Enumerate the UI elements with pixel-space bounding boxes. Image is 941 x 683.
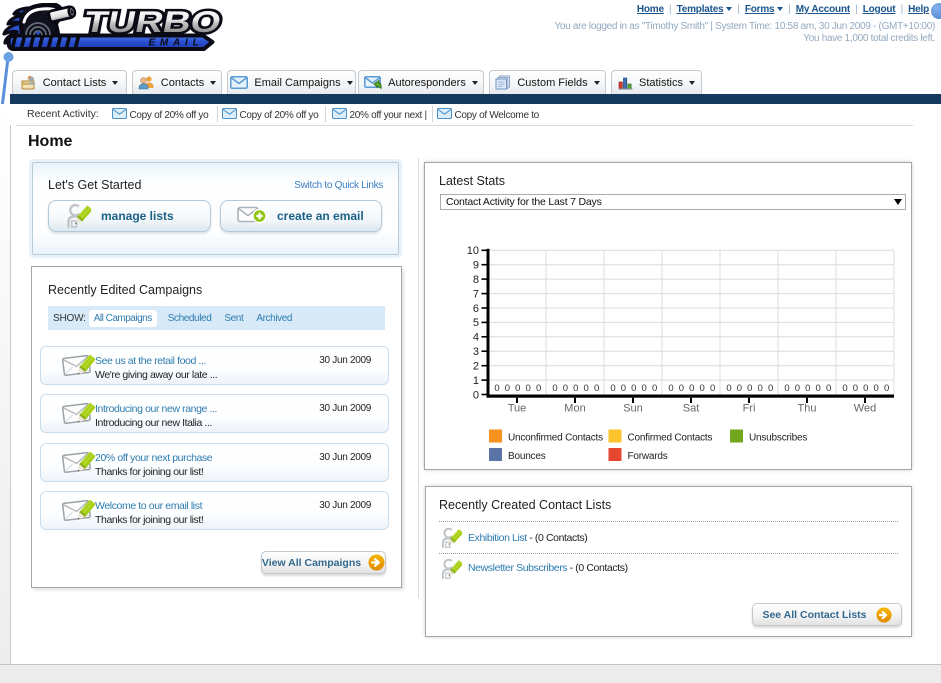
svg-text:0: 0 — [668, 383, 673, 394]
svg-text:0: 0 — [526, 383, 531, 394]
svg-text:0: 0 — [805, 383, 810, 394]
svg-text:0: 0 — [594, 383, 599, 394]
svg-text:0: 0 — [758, 383, 763, 394]
svg-text:0: 0 — [726, 383, 731, 394]
svg-text:0: 0 — [826, 383, 831, 394]
svg-text:0: 0 — [784, 383, 789, 394]
svg-text:9: 9 — [473, 260, 479, 272]
svg-text:Fri: Fri — [743, 403, 756, 415]
svg-text:Confirmed Contacts: Confirmed Contacts — [628, 433, 713, 444]
svg-text:0: 0 — [536, 383, 541, 394]
svg-text:3: 3 — [473, 346, 479, 358]
svg-text:Bounces: Bounces — [508, 451, 546, 462]
svg-text:Unsubscribes: Unsubscribes — [749, 433, 807, 444]
svg-text:Sat: Sat — [683, 403, 700, 415]
svg-text:2: 2 — [473, 361, 479, 373]
svg-text:0: 0 — [563, 383, 568, 394]
svg-text:0: 0 — [710, 383, 715, 394]
svg-text:0: 0 — [552, 383, 557, 394]
svg-text:0: 0 — [610, 383, 615, 394]
svg-text:Tue: Tue — [508, 403, 527, 415]
svg-text:7: 7 — [473, 288, 479, 300]
svg-text:5: 5 — [473, 317, 479, 329]
svg-text:0: 0 — [473, 389, 479, 401]
svg-text:0: 0 — [884, 383, 889, 394]
svg-text:0: 0 — [747, 383, 752, 394]
svg-text:TURBO: TURBO — [81, 6, 223, 39]
svg-text:Wed: Wed — [854, 403, 876, 415]
svg-text:0: 0 — [584, 383, 589, 394]
svg-text:4: 4 — [473, 332, 479, 344]
svg-text:0: 0 — [768, 383, 773, 394]
svg-text:0: 0 — [573, 383, 578, 394]
svg-text:0: 0 — [816, 383, 821, 394]
svg-text:0: 0 — [515, 383, 520, 394]
svg-text:0: 0 — [737, 383, 742, 394]
svg-text:0: 0 — [689, 383, 694, 394]
svg-text:0: 0 — [642, 383, 647, 394]
svg-text:0: 0 — [631, 383, 636, 394]
svg-text:0: 0 — [853, 383, 858, 394]
svg-text:Forwards: Forwards — [628, 451, 668, 462]
svg-text:0: 0 — [700, 383, 705, 394]
svg-text:0: 0 — [795, 383, 800, 394]
svg-text:10: 10 — [467, 245, 479, 257]
svg-text:Unconfirmed Contacts: Unconfirmed Contacts — [508, 433, 603, 444]
svg-text:8: 8 — [473, 274, 479, 286]
svg-text:1: 1 — [473, 375, 479, 387]
svg-text:0: 0 — [505, 383, 510, 394]
svg-text:0: 0 — [874, 383, 879, 394]
svg-text:0: 0 — [679, 383, 684, 394]
svg-text:0: 0 — [494, 383, 499, 394]
svg-text:0: 0 — [842, 383, 847, 394]
svg-text:Mon: Mon — [564, 403, 585, 415]
svg-text:Thu: Thu — [798, 403, 817, 415]
svg-text:0: 0 — [652, 383, 657, 394]
svg-text:0: 0 — [863, 383, 868, 394]
svg-text:EMAIL: EMAIL — [148, 38, 203, 49]
svg-text:6: 6 — [473, 303, 479, 315]
svg-text:0: 0 — [621, 383, 626, 394]
svg-text:Sun: Sun — [623, 403, 643, 415]
